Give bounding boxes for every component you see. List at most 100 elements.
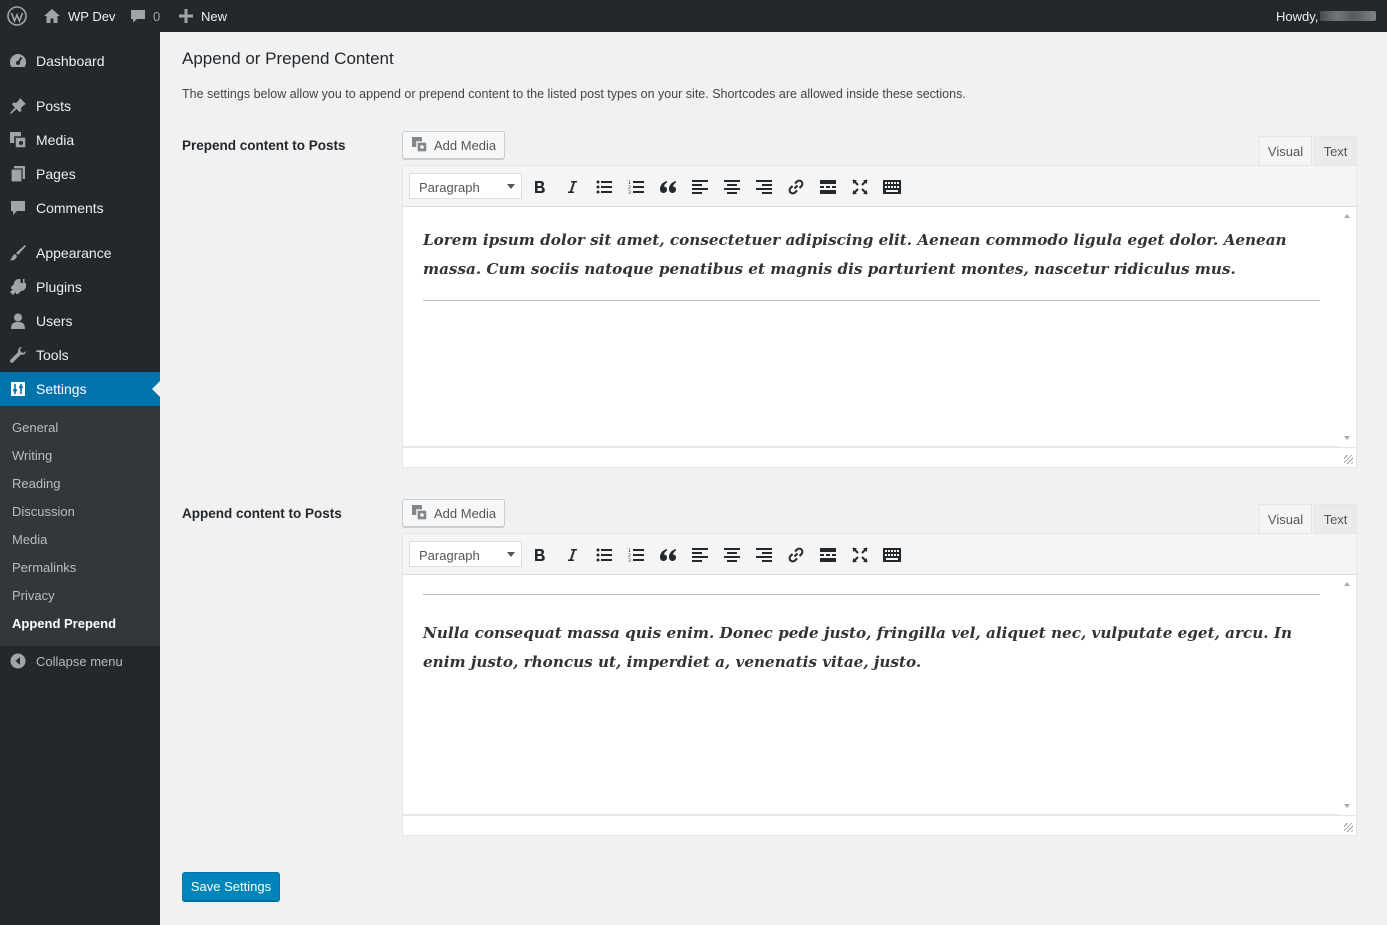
media-icon — [9, 131, 27, 149]
site-name-link[interactable]: WP Dev — [43, 0, 115, 32]
bold-button[interactable] — [527, 174, 553, 200]
fullscreen-button[interactable] — [847, 542, 873, 568]
fullscreen-icon — [852, 547, 868, 563]
italic-button[interactable] — [559, 542, 585, 568]
align-left-button[interactable] — [687, 174, 713, 200]
add-media-label: Add Media — [434, 505, 497, 521]
tab-visual[interactable]: Visual — [1259, 136, 1312, 166]
sidebar-item-tools[interactable]: Tools — [0, 338, 160, 372]
comments-link[interactable]: 0 — [130, 0, 160, 32]
read-more-button[interactable] — [815, 542, 841, 568]
add-media-button[interactable]: Add Media — [402, 499, 505, 527]
scroll-up-arrow-icon — [1344, 582, 1350, 586]
sidebar-item-plugins[interactable]: Plugins — [0, 270, 160, 304]
numbered-list-icon: 123 — [628, 548, 644, 562]
page-title: Append or Prepend Content — [182, 49, 394, 68]
submenu-item-media[interactable]: Media — [12, 532, 47, 547]
chevron-down-icon — [507, 184, 515, 189]
sidebar-item-label: Settings — [36, 381, 87, 397]
submenu-item-permalinks[interactable]: Permalinks — [12, 560, 76, 575]
save-settings-button[interactable]: Save Settings — [182, 872, 280, 901]
svg-text:3: 3 — [628, 558, 631, 562]
bullet-list-button[interactable] — [591, 542, 617, 568]
tab-visual[interactable]: Visual — [1259, 504, 1312, 534]
sidebar-item-label: Pages — [36, 166, 76, 182]
page-description: The settings below allow you to append o… — [182, 87, 966, 101]
bullet-list-button[interactable] — [591, 174, 617, 200]
comment-bubble-icon — [130, 8, 146, 24]
prepend-content-editor[interactable]: Lorem ipsum dolor sit amet, consectetuer… — [402, 207, 1357, 447]
pin-icon — [9, 97, 27, 115]
toolbar-toggle-button[interactable] — [879, 174, 905, 200]
align-right-button[interactable] — [751, 542, 777, 568]
fullscreen-icon — [852, 179, 868, 195]
sidebar-item-label: Dashboard — [36, 53, 105, 69]
numbered-list-button[interactable]: 123 — [623, 542, 649, 568]
add-media-button[interactable]: Add Media — [402, 131, 505, 159]
sidebar-item-settings[interactable]: Settings — [0, 372, 160, 406]
italic-button[interactable] — [559, 174, 585, 200]
prepend-content-text: Lorem ipsum dolor sit amet, consectetuer… — [423, 231, 1287, 278]
align-left-icon — [692, 180, 708, 194]
submenu-item-writing[interactable]: Writing — [12, 448, 52, 463]
prepend-editor: Add Media Visual Text Paragraph 123 Lore… — [402, 131, 1357, 468]
fullscreen-button[interactable] — [847, 174, 873, 200]
my-account-link[interactable]: Howdy, — [1276, 0, 1377, 32]
resize-handle-icon[interactable] — [1344, 455, 1353, 464]
align-center-button[interactable] — [719, 542, 745, 568]
insert-link-button[interactable] — [783, 174, 809, 200]
append-editor: Add Media Visual Text Paragraph 123 Null… — [402, 499, 1357, 836]
align-left-icon — [692, 548, 708, 562]
insert-link-button[interactable] — [783, 542, 809, 568]
read-more-button[interactable] — [815, 174, 841, 200]
toolbar-toggle-button[interactable] — [879, 542, 905, 568]
append-content-editor[interactable]: Nulla consequat massa quis enim. Donec p… — [402, 575, 1357, 815]
add-media-icon — [411, 136, 429, 154]
align-center-button[interactable] — [719, 174, 745, 200]
sidebar-item-pages[interactable]: Pages — [0, 157, 160, 191]
italic-icon — [567, 180, 577, 194]
editor-scrollbar[interactable] — [1339, 575, 1356, 815]
admin-bar: WP Dev 0 New Howdy, — [0, 0, 1387, 32]
admin-sidebar: Dashboard Posts Media Pages Comments App… — [0, 32, 160, 925]
collapse-menu-button[interactable]: Collapse menu — [0, 650, 160, 674]
format-select-value: Paragraph — [419, 180, 480, 195]
numbered-list-icon: 123 — [628, 180, 644, 194]
submenu-item-append-prepend[interactable]: Append Prepend — [12, 616, 116, 631]
blockquote-button[interactable] — [655, 542, 681, 568]
paragraph-format-select[interactable]: Paragraph — [409, 173, 522, 199]
blockquote-button[interactable] — [655, 174, 681, 200]
bold-button[interactable] — [527, 542, 553, 568]
sidebar-item-comments[interactable]: Comments — [0, 191, 160, 225]
submenu-item-discussion[interactable]: Discussion — [12, 504, 75, 519]
wordpress-logo-icon[interactable] — [7, 0, 27, 32]
sidebar-item-users[interactable]: Users — [0, 304, 160, 338]
tab-text[interactable]: Text — [1314, 136, 1357, 166]
collapse-menu-label: Collapse menu — [36, 654, 123, 669]
numbered-list-button[interactable]: 123 — [623, 174, 649, 200]
tab-text[interactable]: Text — [1314, 504, 1357, 534]
link-icon — [788, 547, 804, 563]
sidebar-item-appearance[interactable]: Appearance — [0, 236, 160, 270]
editor-scrollbar[interactable] — [1339, 207, 1356, 447]
sidebar-item-label: Appearance — [36, 245, 112, 261]
align-center-icon — [724, 180, 740, 194]
submenu-item-privacy[interactable]: Privacy — [12, 588, 55, 603]
new-content-link[interactable]: New — [179, 0, 227, 32]
sidebar-item-dashboard[interactable]: Dashboard — [0, 44, 160, 78]
sidebar-item-media[interactable]: Media — [0, 123, 160, 157]
username-redacted — [1320, 11, 1377, 21]
resize-handle-icon[interactable] — [1344, 823, 1353, 832]
paragraph-format-select[interactable]: Paragraph — [409, 541, 522, 567]
submenu-item-reading[interactable]: Reading — [12, 476, 60, 491]
align-left-button[interactable] — [687, 542, 713, 568]
editor-status-bar — [402, 447, 1357, 468]
align-right-button[interactable] — [751, 174, 777, 200]
submenu-item-general[interactable]: General — [12, 420, 58, 435]
format-select-value: Paragraph — [419, 548, 480, 563]
comments-count: 0 — [153, 8, 161, 24]
plugin-icon — [9, 278, 27, 296]
bold-icon — [534, 180, 546, 194]
sidebar-item-posts[interactable]: Posts — [0, 89, 160, 123]
add-media-label: Add Media — [434, 137, 497, 153]
